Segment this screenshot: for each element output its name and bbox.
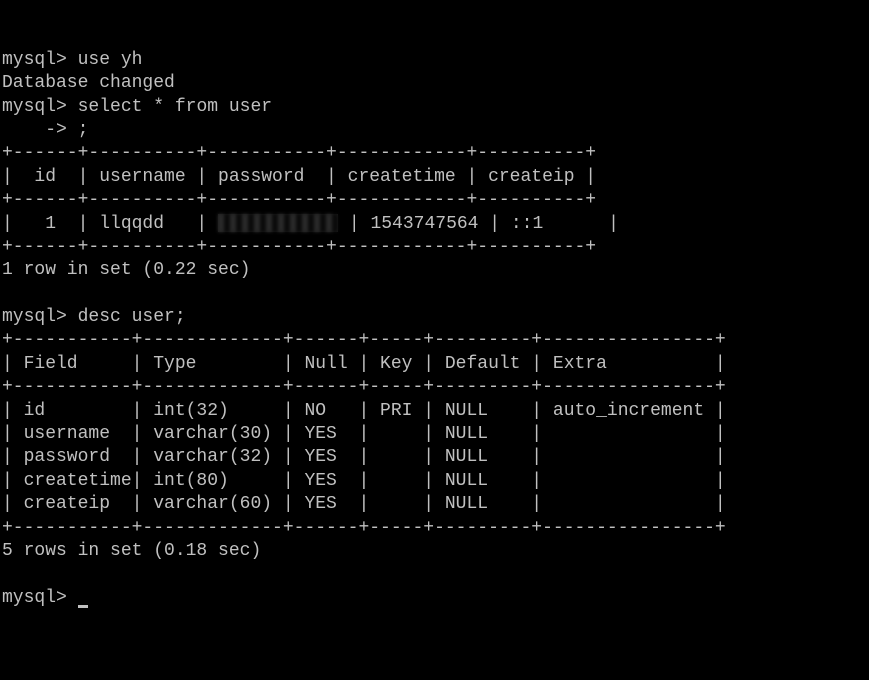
- table-border: +------+----------+-----------+---------…: [2, 143, 596, 163]
- table-border: +-----------+-------------+------+-----+…: [2, 330, 726, 350]
- db-changed-message: Database changed: [2, 73, 175, 93]
- row-suffix: | 1543747564 | ::1 |: [338, 214, 619, 234]
- table-row: | password | varchar(32) | YES | | NULL …: [2, 447, 726, 467]
- row-prefix: | 1 | llqqdd |: [2, 214, 218, 234]
- table-row: | id | int(32) | NO | PRI | NULL | auto_…: [2, 401, 726, 421]
- rows-in-set: 5 rows in set (0.18 sec): [2, 541, 261, 561]
- table-border: +-----------+-------------+------+-----+…: [2, 518, 726, 538]
- table-border: +------+----------+-----------+---------…: [2, 237, 596, 257]
- table-border: +------+----------+-----------+---------…: [2, 190, 596, 210]
- rows-in-set: 1 row in set (0.22 sec): [2, 260, 250, 280]
- prompt: mysql>: [2, 97, 67, 117]
- terminal[interactable]: mysql> use yh Database changed mysql> se…: [2, 49, 867, 610]
- table-border: +-----------+-------------+------+-----+…: [2, 377, 726, 397]
- cursor[interactable]: [78, 605, 88, 608]
- table-header: | id | username | password | createtime …: [2, 167, 596, 187]
- prompt: mysql>: [2, 307, 67, 327]
- table-row: | username | varchar(30) | YES | | NULL …: [2, 424, 726, 444]
- semicolon: ;: [78, 120, 89, 140]
- table-row: | 1 | llqqdd | | 1543747564 | ::1 |: [2, 214, 619, 234]
- command-desc: desc user;: [78, 307, 186, 327]
- table-row: | createtime| int(80) | YES | | NULL | |: [2, 471, 726, 491]
- command-use: use yh: [78, 50, 143, 70]
- prompt: mysql>: [2, 50, 67, 70]
- password-redacted: [218, 214, 338, 232]
- continuation-prompt: ->: [2, 120, 67, 140]
- table-header: | Field | Type | Null | Key | Default | …: [2, 354, 726, 374]
- table-row: | createip | varchar(60) | YES | | NULL …: [2, 494, 726, 514]
- prompt: mysql>: [2, 588, 67, 608]
- command-select: select * from user: [78, 97, 272, 117]
